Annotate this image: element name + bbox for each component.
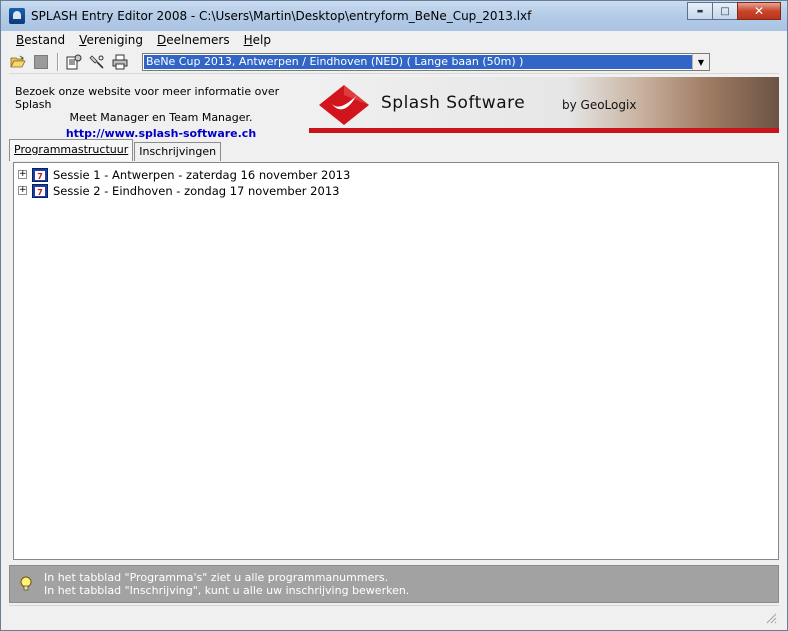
info-line-2: Meet Manager en Team Manager. <box>69 111 253 124</box>
toolbar-separator <box>57 53 59 71</box>
hint-line-1: In het tabblad "Programma's" ziet u alle… <box>44 571 389 584</box>
menu-vereniging[interactable]: Vereniging <box>72 31 150 50</box>
status-bar <box>9 605 779 626</box>
logo-red-bar <box>309 128 779 133</box>
svg-text:7: 7 <box>37 172 43 181</box>
app-icon[interactable] <box>9 8 25 24</box>
save-icon[interactable] <box>32 53 50 71</box>
tree-node-label: Sessie 1 - Antwerpen - zaterdag 16 novem… <box>53 167 351 182</box>
menu-bestand[interactable]: Bestand <box>9 31 72 50</box>
session-icon: 7 <box>32 167 48 182</box>
tree-node-session-2[interactable]: + 7 Sessie 2 - Eindhoven - zondag 17 nov… <box>18 183 339 198</box>
splash-logo-mark-icon <box>319 85 369 125</box>
logo-name: Splash Software <box>381 93 526 113</box>
menu-deelnemers[interactable]: Deelnemers <box>150 31 237 50</box>
window-title: SPLASH Entry Editor 2008 - C:\Users\Mart… <box>31 9 532 23</box>
tab-programmastructuur[interactable]: Programmastructuur <box>9 139 134 161</box>
hint-panel: In het tabblad "Programma's" ziet u alle… <box>9 565 779 603</box>
info-line-1: Bezoek onze website voor meer informatie… <box>15 85 280 111</box>
toolbar: BeNe Cup 2013, Antwerpen / Eindhoven (NE… <box>9 51 779 74</box>
application-window: SPLASH Entry Editor 2008 - C:\Users\Mart… <box>0 0 788 631</box>
program-tree[interactable]: + 7 Sessie 1 - Antwerpen - zaterdag 16 n… <box>13 162 779 560</box>
tools-icon[interactable] <box>88 53 106 71</box>
hint-line-2: In het tabblad "Inschrijving", kunt u al… <box>44 584 410 597</box>
meet-select[interactable]: BeNe Cup 2013, Antwerpen / Eindhoven (NE… <box>142 53 710 71</box>
caption-buttons: ▬ □ ✕ <box>687 2 781 20</box>
expand-icon[interactable]: + <box>18 186 27 195</box>
print-icon[interactable] <box>111 53 129 71</box>
tab-strip: Programmastructuur Inschrijvingen <box>9 139 222 161</box>
properties-icon[interactable] <box>65 53 83 71</box>
maximize-button[interactable]: □ <box>712 2 738 20</box>
tab-inschrijvingen[interactable]: Inschrijvingen <box>134 142 222 161</box>
minimize-icon: ▬ <box>696 7 704 15</box>
meet-select-value: BeNe Cup 2013, Antwerpen / Eindhoven (NE… <box>144 55 693 69</box>
info-text: Bezoek onze website voor meer informatie… <box>15 85 307 140</box>
maximize-icon: □ <box>720 5 730 17</box>
splash-logo: Splash Software by GeoLogix <box>309 77 779 133</box>
menu-help[interactable]: Help <box>237 31 278 50</box>
close-icon: ✕ <box>753 4 765 18</box>
minimize-button[interactable]: ▬ <box>687 2 713 20</box>
chevron-down-icon[interactable]: ▼ <box>692 54 709 70</box>
svg-text:7: 7 <box>37 188 43 197</box>
resize-grip-icon[interactable] <box>765 612 777 624</box>
lightbulb-icon <box>20 576 32 591</box>
tree-node-session-1[interactable]: + 7 Sessie 1 - Antwerpen - zaterdag 16 n… <box>18 167 350 182</box>
title-bar[interactable]: SPLASH Entry Editor 2008 - C:\Users\Mart… <box>1 1 787 31</box>
logo-by: by GeoLogix <box>562 98 637 112</box>
info-banner: Bezoek onze website voor meer informatie… <box>9 77 779 140</box>
tree-node-label: Sessie 2 - Eindhoven - zondag 17 novembe… <box>53 183 340 198</box>
open-folder-icon[interactable] <box>9 53 27 71</box>
expand-icon[interactable]: + <box>18 170 27 179</box>
session-icon: 7 <box>32 183 48 198</box>
menu-bar: Bestand Vereniging Deelnemers Help <box>9 31 779 50</box>
close-button[interactable]: ✕ <box>737 2 781 20</box>
